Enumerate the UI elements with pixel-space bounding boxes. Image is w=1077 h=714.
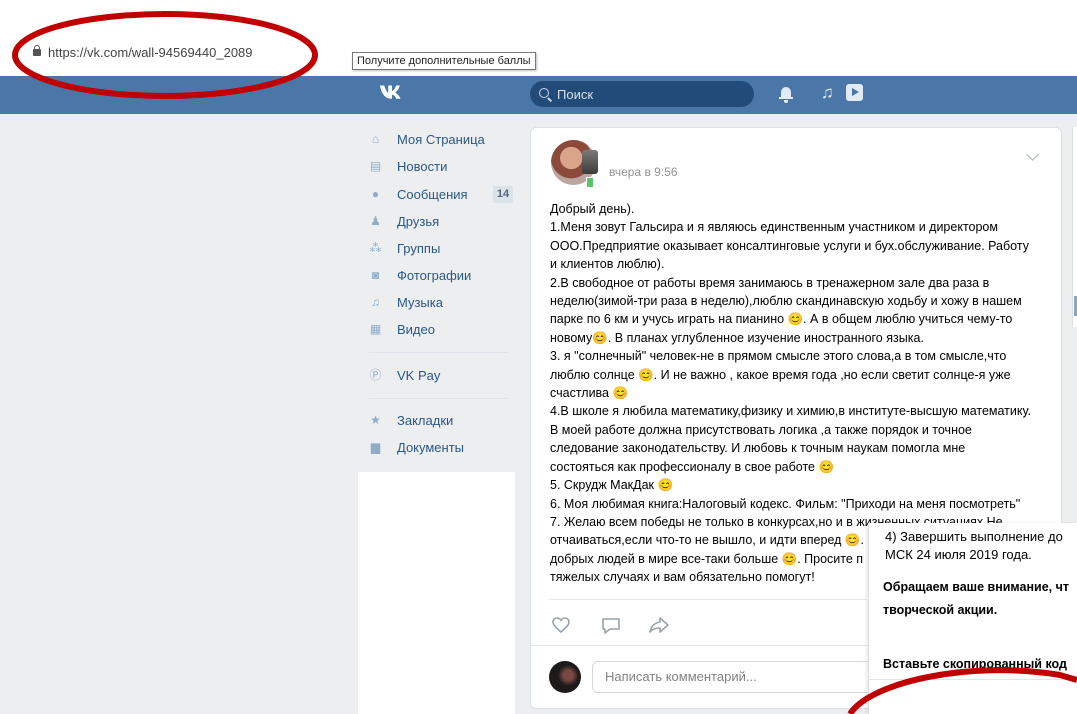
video-icon: ▦ (369, 322, 382, 336)
messages-icon: ● (371, 187, 380, 201)
sidebar-item-label: Группы (397, 241, 441, 256)
bell-icon[interactable] (779, 85, 793, 103)
sidebar-item-groups[interactable]: ⁂ Группы (369, 241, 515, 259)
search-placeholder: Поиск (557, 87, 594, 102)
lock-icon (33, 45, 41, 58)
music-note-icon[interactable]: ♫ (821, 83, 834, 103)
sidebar-item-vkpay[interactable]: Ⓟ VK Pay (369, 368, 515, 386)
url-text[interactable]: https://vk.com/wall-94569440_2089 (48, 45, 253, 60)
comment-icon[interactable] (601, 617, 621, 635)
sidebar-item-photos[interactable]: ◙ Фотографии (369, 268, 515, 286)
comment-placeholder: Написать комментарий... (605, 669, 757, 684)
commenter-avatar (549, 661, 581, 693)
sidebar-item-documents[interactable]: ▆ Документы (369, 440, 515, 458)
messages-badge: 14 (493, 186, 513, 203)
home-icon: ⌂ (371, 132, 380, 146)
mobile-icon (586, 177, 594, 188)
overlay-panel: 4) Завершить выполнение до МСК 24 июля 2… (868, 523, 1077, 714)
sidebar-divider (369, 352, 507, 353)
sidebar-item-label: Закладки (397, 413, 454, 428)
sidebar-item-bookmarks[interactable]: ★ Закладки (369, 413, 515, 431)
sidebar-item-music[interactable]: ♫ Музыка (369, 295, 515, 313)
share-icon[interactable] (648, 616, 670, 634)
document-icon: ▆ (370, 440, 381, 454)
friends-icon: ♟ (370, 214, 381, 228)
post-divider (549, 599, 867, 600)
vk-logo-icon[interactable] (379, 84, 405, 106)
sidebar-divider (369, 398, 507, 399)
sidebar-item-news[interactable]: ▤ Новости (369, 159, 515, 177)
play-icon[interactable] (846, 84, 863, 101)
sidebar-item-label: Документы (397, 440, 465, 455)
sidebar-item-label: Новости (397, 159, 448, 174)
overlay-line: МСК 24 июля 2019 года. (885, 547, 1032, 562)
groups-icon: ⁂ (369, 241, 382, 255)
sidebar-item-video[interactable]: ▦ Видео (369, 322, 515, 340)
sidebar-item-label: VK Pay (397, 368, 441, 383)
overlay-code-label: Вставьте скопированный код (883, 657, 1067, 671)
camera-icon: ◙ (371, 268, 380, 282)
news-icon: ▤ (369, 159, 382, 173)
sidebar-item-friends[interactable]: ♟ Друзья (369, 214, 515, 232)
sidebar-item-label: Видео (397, 322, 435, 337)
sidebar-item-label: Друзья (397, 214, 440, 229)
music-icon: ♫ (371, 295, 380, 309)
overlay-notice: творческой акции. (883, 603, 998, 617)
comment-input[interactable]: Написать комментарий... (592, 661, 874, 693)
search-input[interactable]: Поиск (530, 81, 754, 107)
tooltip: Получите дополнительные баллы (352, 52, 536, 70)
sidebar-item-label: Сообщения (397, 187, 468, 202)
search-icon (539, 88, 549, 98)
overlay-divider (869, 679, 1077, 680)
sidebar-item-label: Фотографии (397, 268, 472, 283)
left-background (0, 114, 358, 714)
overlay-line: 4) Завершить выполнение до (885, 529, 1063, 544)
overlay-notice: Обращаем ваше внимание, чт (883, 580, 1069, 594)
star-icon: ★ (370, 413, 381, 427)
sidebar-item-label: Музыка (397, 295, 443, 310)
sidebar-item-label: Моя Страница (397, 132, 485, 147)
like-icon[interactable] (552, 617, 570, 633)
comment-divider (531, 645, 868, 646)
avatar-overlay (582, 150, 598, 174)
sidebar-item-my-page[interactable]: ⌂ Моя Страница (369, 132, 515, 150)
sidebar-blank (358, 472, 515, 714)
post-time[interactable]: вчера в 9:56 (609, 165, 678, 179)
vkpay-icon: Ⓟ (369, 368, 382, 382)
